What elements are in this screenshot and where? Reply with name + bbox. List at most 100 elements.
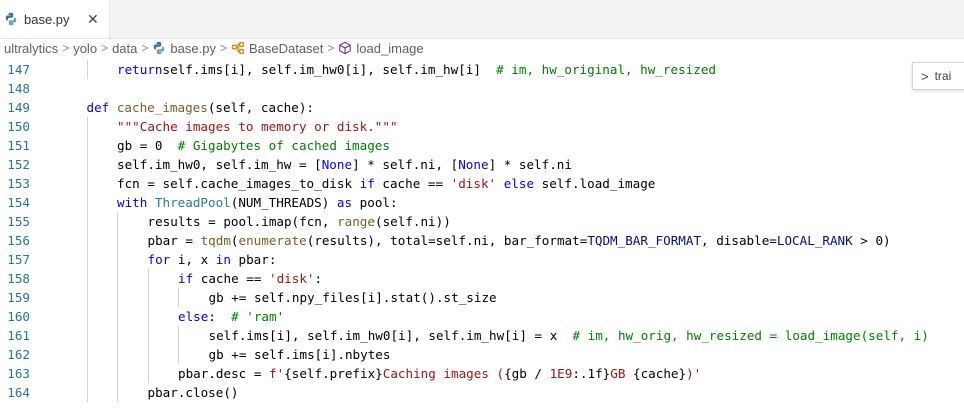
python-file-icon <box>5 12 17 26</box>
breadcrumb: ultralytics > yolo > data > base.py > Ba… <box>0 38 964 58</box>
indent-guide <box>117 383 118 402</box>
indent-guide <box>117 288 118 307</box>
code-text: pbar = tqdm(enumerate(results), total=se… <box>147 233 891 248</box>
indent-guide <box>178 326 179 345</box>
code-text: fcn = self.cache_images_to_disk if cache… <box>117 176 656 191</box>
code-line[interactable]: 148 <box>0 79 964 98</box>
code-line[interactable]: 161 self.ims[i], self.im_hw0[i], self.im_… <box>0 326 964 345</box>
chevron-right-icon: > <box>219 41 227 55</box>
indent-guide <box>117 364 118 383</box>
code-text: results = pool.imap(fcn, range(self.ni)) <box>147 214 451 229</box>
code-line[interactable]: 149 def cache_images(self, cache): <box>0 98 964 117</box>
code-text: with ThreadPool(NUM_THREADS) as pool: <box>117 195 398 210</box>
python-file-icon <box>154 41 165 55</box>
code-line[interactable]: 147 returnself.ims[i], self.im_hw0[i], se… <box>0 60 964 79</box>
indent-guide <box>147 364 149 383</box>
line-number: 159 <box>7 290 30 305</box>
indent-guide <box>86 174 88 193</box>
line-number: 154 <box>7 195 30 210</box>
indent-guide <box>117 307 118 326</box>
indent-guide <box>117 250 118 269</box>
indent-guide <box>86 345 88 364</box>
breadcrumb-item-class[interactable]: BaseDataset <box>231 41 323 56</box>
chevron-right-icon: > <box>101 41 109 55</box>
chevron-right-icon: > <box>141 41 149 55</box>
code-text: returnself.ims[i], self.im_hw0[i], self.… <box>117 62 717 77</box>
code-line[interactable]: 160 else: # 'ram' <box>0 307 964 326</box>
code-text: self.im_hw0, self.im_hw = [None] * self.… <box>117 157 572 172</box>
chevron-right-icon: > <box>327 41 335 55</box>
line-number: 156 <box>7 233 30 248</box>
line-number: 151 <box>7 138 30 153</box>
line-number: 149 <box>7 100 30 115</box>
breadcrumb-class-label: BaseDataset <box>248 40 324 56</box>
code-text: if cache == 'disk': <box>178 271 323 286</box>
close-icon[interactable]: ✕ <box>87 11 99 27</box>
indent-guide <box>147 307 149 326</box>
outline-peek-button[interactable]: > trai <box>912 62 964 90</box>
code-line[interactable]: 156 pbar = tqdm(enumerate(results), total… <box>0 231 964 250</box>
breadcrumb-method-label: load_image <box>356 40 424 56</box>
code-line[interactable]: 153 fcn = self.cache_images_to_disk if ca… <box>0 174 964 193</box>
code-line[interactable]: 159 gb += self.npy_files[i].stat().st_siz… <box>0 288 964 307</box>
code-line[interactable]: 155 results = pool.imap(fcn, range(self.n… <box>0 212 964 231</box>
code-text: for i, x in pbar: <box>147 252 277 267</box>
indent-guide <box>117 212 118 231</box>
line-number: 147 <box>7 62 30 77</box>
line-number: 157 <box>7 252 30 267</box>
indent-guide <box>86 250 88 269</box>
breadcrumb-item-method[interactable]: load_image <box>338 40 424 56</box>
tab-label: base.py <box>24 11 70 27</box>
indent-guide <box>147 345 149 364</box>
breadcrumb-item-data[interactable]: data <box>112 41 137 56</box>
code-text: def cache_images(self, cache): <box>86 100 315 115</box>
class-symbol-icon <box>232 42 244 54</box>
tab-bar: base.py ✕ <box>0 0 964 39</box>
code-line[interactable]: 158 if cache == 'disk': <box>0 269 964 288</box>
code-line[interactable]: 164 pbar.close() <box>0 383 964 402</box>
indent-guide <box>117 326 118 345</box>
indent-guide <box>86 326 88 345</box>
code-line[interactable]: 152 self.im_hw0, self.im_hw = [None] * se… <box>0 155 964 174</box>
indent-guide <box>117 269 118 288</box>
line-number: 158 <box>7 271 30 286</box>
indent-guide <box>86 212 88 231</box>
indent-guide <box>86 269 88 288</box>
line-number: 153 <box>7 176 30 191</box>
code-line[interactable]: 163 pbar.desc = f'{self.prefix}Caching im… <box>0 364 964 383</box>
indent-guide <box>86 231 88 250</box>
code-editor[interactable]: 147 returnself.ims[i], self.im_hw0[i], se… <box>0 58 964 408</box>
breadcrumb-item-file[interactable]: base.py <box>152 41 216 56</box>
indent-guide <box>86 193 88 212</box>
code-line[interactable]: 162 gb += self.ims[i].nbytes <box>0 345 964 364</box>
code-line[interactable]: 151 gb = 0 # Gigabytes of cached images <box>0 136 964 155</box>
outline-peek-label: trai <box>934 69 952 83</box>
code-text: gb += self.ims[i].nbytes <box>208 347 391 362</box>
indent-guide <box>86 307 88 326</box>
indent-guide <box>178 345 179 364</box>
indent-guide <box>86 364 88 383</box>
indent-guide <box>147 288 149 307</box>
indent-guide <box>86 383 88 402</box>
method-symbol-icon <box>339 41 352 55</box>
indent-guide <box>147 269 149 288</box>
code-text: else: # 'ram' <box>178 309 285 324</box>
tab-base-py[interactable]: base.py ✕ <box>0 0 110 38</box>
line-number: 148 <box>7 81 30 96</box>
code-text: self.ims[i], self.im_hw0[i], self.im_hw[… <box>208 328 929 343</box>
indent-guide <box>86 155 88 174</box>
line-number: 161 <box>7 328 30 343</box>
line-number: 160 <box>7 309 30 324</box>
line-number: 150 <box>7 119 30 134</box>
breadcrumb-item-ultralytics[interactable]: ultralytics <box>4 41 58 56</box>
breadcrumb-item-yolo[interactable]: yolo <box>73 41 97 56</box>
code-text: """Cache images to memory or disk.""" <box>117 119 398 134</box>
code-text: gb += self.npy_files[i].stat().st_size <box>208 290 497 305</box>
line-number: 163 <box>7 366 30 381</box>
chevron-right-icon: > <box>62 41 70 55</box>
line-number: 162 <box>7 347 30 362</box>
code-line[interactable]: 157 for i, x in pbar: <box>0 250 964 269</box>
code-line[interactable]: 154 with ThreadPool(NUM_THREADS) as pool: <box>0 193 964 212</box>
code-line[interactable]: 150 """Cache images to memory or disk.""" <box>0 117 964 136</box>
line-number: 152 <box>7 157 30 172</box>
